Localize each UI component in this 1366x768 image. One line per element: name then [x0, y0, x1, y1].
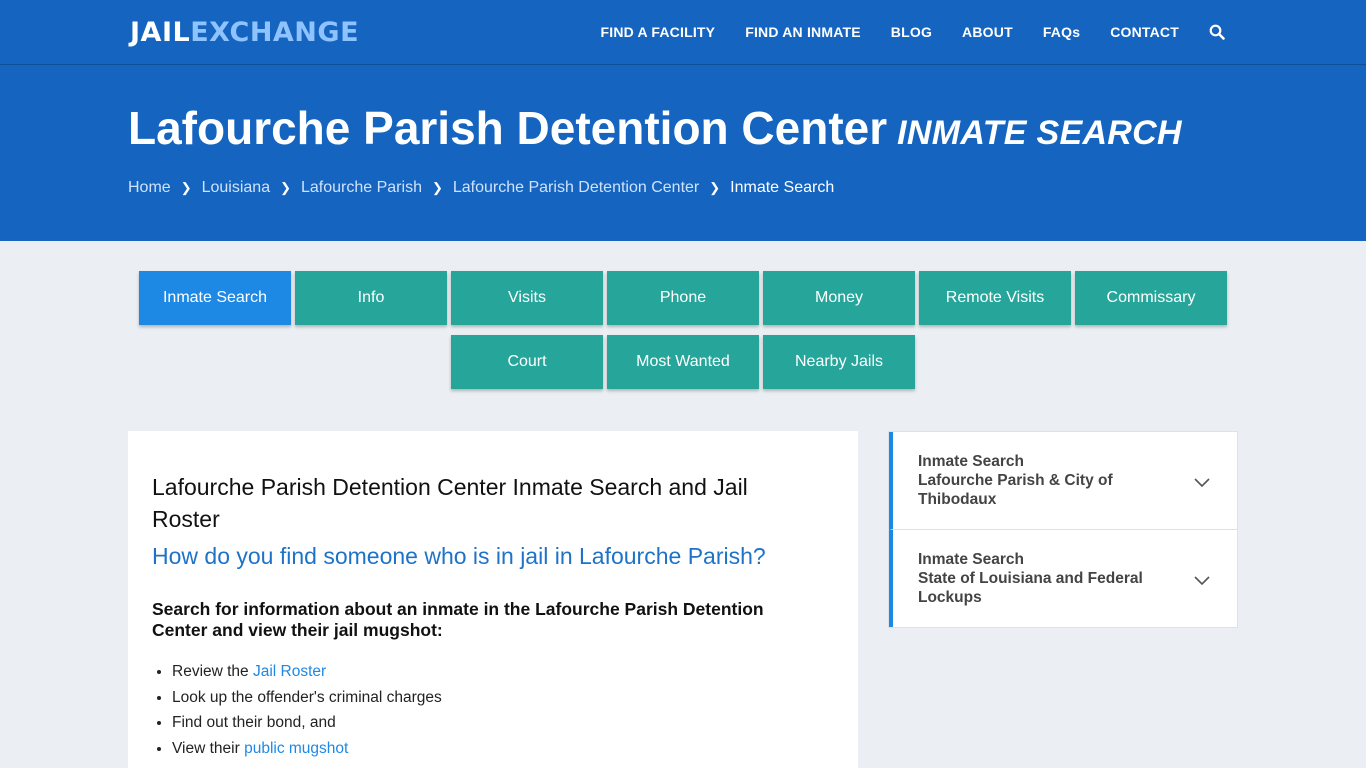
chevron-down-icon — [1193, 572, 1211, 585]
page-subtitle: INMATE SEARCH — [897, 114, 1182, 152]
search-icon[interactable] — [1209, 24, 1225, 40]
content-lead: Search for information about an inmate i… — [152, 599, 764, 640]
logo-jail-text: JAIL — [130, 17, 191, 48]
jail-roster-link[interactable]: Jail Roster — [253, 663, 326, 680]
list-item: View their public mugshot — [172, 738, 442, 764]
tab-inmate-search[interactable]: Inmate Search — [139, 271, 291, 325]
top-navbar: JAILEXCHANGE FIND A FACILITY FIND AN INM… — [0, 0, 1366, 65]
main-nav: FIND A FACILITY FIND AN INMATE BLOG ABOU… — [570, 0, 1225, 64]
page-title-text: Lafourche Parish Detention Center — [128, 102, 888, 154]
breadcrumb-facility[interactable]: Lafourche Parish Detention Center — [453, 179, 699, 197]
chevron-right-icon: ❯ — [280, 180, 291, 195]
nav-faqs[interactable]: FAQs — [1043, 24, 1080, 40]
nav-find-facility[interactable]: FIND A FACILITY — [600, 24, 715, 40]
site-logo[interactable]: JAILEXCHANGE — [130, 16, 359, 50]
accordion-subtitle: State of Louisiana and Federal Lockups — [918, 570, 1143, 606]
facility-tabs: Inmate Search Info Visits Phone Money Re… — [137, 271, 1229, 389]
tab-commissary[interactable]: Commissary — [1075, 271, 1227, 325]
sidebar-accordion: Inmate Search Lafourche Parish & City of… — [888, 431, 1238, 628]
chevron-right-icon: ❯ — [180, 180, 192, 195]
list-item: Look up the offender's criminal charges — [172, 687, 442, 713]
tab-info[interactable]: Info — [295, 271, 447, 325]
tab-remote-visits[interactable]: Remote Visits — [919, 271, 1071, 325]
tab-nearby-jails[interactable]: Nearby Jails — [763, 335, 915, 389]
accordion-title: Inmate Search — [918, 453, 1024, 470]
nav-about[interactable]: ABOUT — [962, 24, 1013, 40]
accordion-title: Inmate Search — [918, 551, 1024, 568]
list-item-text: Look up the offender's criminal charges — [172, 688, 442, 706]
nav-contact[interactable]: CONTACT — [1110, 24, 1179, 40]
list-item-text: Find out their bond, and — [172, 714, 336, 731]
feature-list: Review the Jail Roster Look up the offen… — [172, 661, 442, 763]
nav-find-inmate[interactable]: FIND AN INMATE — [745, 24, 861, 40]
list-item-text: Review the — [172, 663, 253, 680]
chevron-right-icon: ❯ — [709, 180, 721, 195]
logo-exchange-text: EXCHANGE — [190, 17, 360, 48]
accordion-item-state[interactable]: Inmate Search State of Louisiana and Fed… — [889, 529, 1237, 627]
list-item: Review the Jail Roster — [172, 661, 442, 687]
breadcrumb-home[interactable]: Home — [128, 179, 171, 197]
breadcrumb-current: Inmate Search — [730, 179, 835, 196]
main-content-card: Lafourche Parish Detention Center Inmate… — [128, 431, 858, 768]
nav-blog[interactable]: BLOG — [891, 24, 932, 40]
hero-banner: Lafourche Parish Detention Center INMATE … — [0, 65, 1366, 241]
content-question: How do you find someone who is in jail i… — [152, 543, 766, 569]
breadcrumb-parish[interactable]: Lafourche Parish — [301, 179, 422, 197]
chevron-down-icon — [1193, 474, 1211, 487]
content-heading: Lafourche Parish Detention Center Inmate… — [152, 474, 748, 532]
chevron-right-icon: ❯ — [431, 180, 443, 195]
accordion-subtitle: Lafourche Parish & City of Thibodaux — [918, 472, 1113, 508]
tab-court[interactable]: Court — [451, 335, 603, 389]
tab-visits[interactable]: Visits — [451, 271, 603, 325]
list-item: Find out their bond, and — [172, 712, 442, 738]
public-mugshot-link[interactable]: public mugshot — [244, 740, 348, 757]
accordion-item-local[interactable]: Inmate Search Lafourche Parish & City of… — [889, 432, 1237, 529]
tab-most-wanted[interactable]: Most Wanted — [607, 335, 759, 389]
list-item-text: View their — [172, 739, 245, 757]
page-title: Lafourche Parish Detention Center INMATE … — [128, 101, 1182, 155]
tab-money[interactable]: Money — [763, 271, 915, 325]
breadcrumb-louisiana[interactable]: Louisiana — [202, 179, 271, 197]
breadcrumb: Home ❯ Louisiana ❯ Lafourche Parish ❯ La… — [128, 179, 834, 197]
tab-phone[interactable]: Phone — [607, 271, 759, 325]
